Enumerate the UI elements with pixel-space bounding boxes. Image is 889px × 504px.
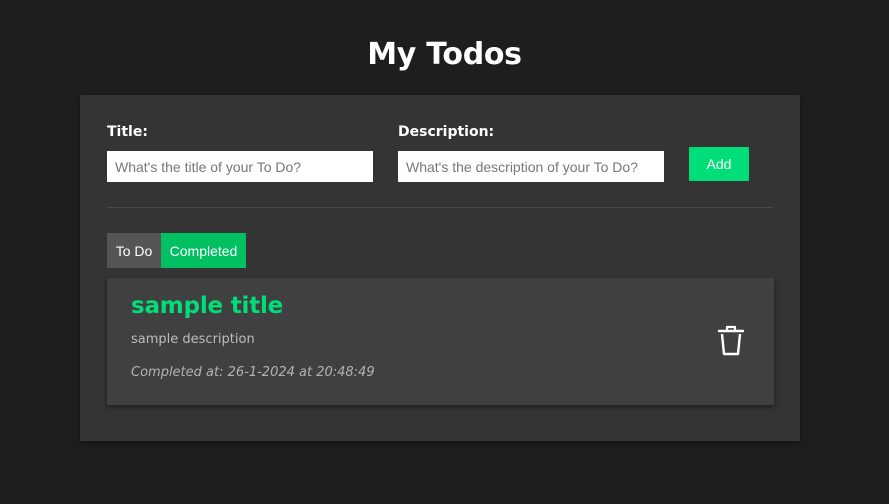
todo-wrapper: Title: Description: Add To Do Completed … bbox=[80, 95, 800, 441]
description-label: Description: bbox=[398, 124, 495, 140]
todo-description: sample description bbox=[131, 332, 255, 347]
todo-completed-at: Completed at: 26-1-2024 at 20:48:49 bbox=[131, 365, 375, 380]
title-input[interactable] bbox=[107, 151, 373, 182]
add-button[interactable]: Add bbox=[689, 147, 749, 181]
page-title: My Todos bbox=[367, 37, 522, 73]
tab-todo[interactable]: To Do bbox=[107, 233, 161, 268]
trash-icon bbox=[713, 322, 749, 358]
description-input[interactable] bbox=[398, 151, 664, 182]
todo-title: sample title bbox=[131, 293, 284, 319]
divider bbox=[107, 207, 773, 208]
delete-button[interactable] bbox=[713, 322, 749, 358]
tab-completed[interactable]: Completed bbox=[161, 233, 246, 268]
todo-item: sample title sample description Complete… bbox=[107, 278, 774, 405]
title-label: Title: bbox=[107, 124, 148, 140]
